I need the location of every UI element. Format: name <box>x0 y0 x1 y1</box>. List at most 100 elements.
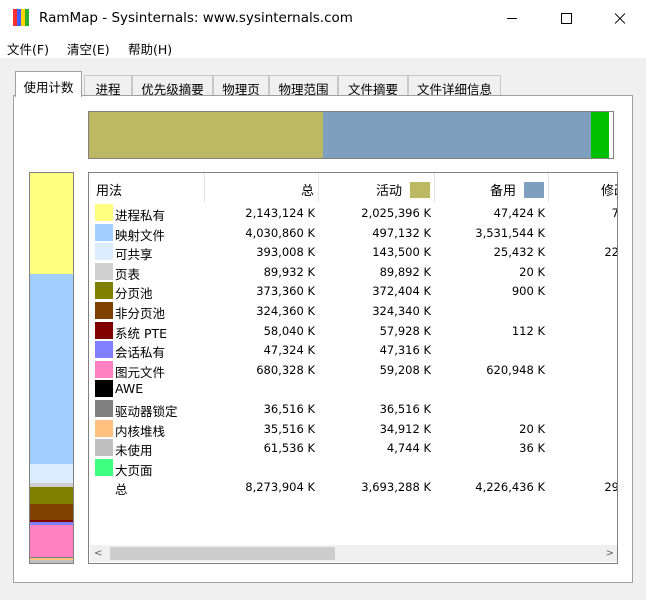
row-active-value: 2,025,396 K <box>361 206 431 220</box>
row-usage-label: 可共享 <box>115 247 153 263</box>
table-row[interactable]: 会话私有 47,324 K 47,316 K <box>89 340 617 361</box>
column-header-usage[interactable]: 用法 <box>89 173 205 202</box>
close-icon <box>614 12 626 24</box>
minimize-icon <box>507 17 517 19</box>
menu-clear[interactable]: 清空(E) <box>67 39 110 58</box>
row-usage-label: 内核堆栈 <box>115 423 166 439</box>
row-color-swatch <box>95 282 113 300</box>
active-color-swatch <box>410 182 430 198</box>
row-usage-label: 驱动器锁定 <box>115 404 178 419</box>
row-color-swatch <box>95 204 113 221</box>
row-usage-label: 会话私有 <box>115 345 166 361</box>
tab-processes[interactable]: 进程 <box>84 75 132 97</box>
table-row[interactable]: 映射文件 4,030,860 K 497,132 K 3,531,544 K <box>89 223 617 243</box>
row-usage-label: 非分页池 <box>115 306 166 321</box>
usage-list-view[interactable]: 用法 总 活动 备用 修改 进程私有 2,143,124 K 2,025,396 K… <box>88 172 618 564</box>
row-active-value: 59,208 K <box>379 362 431 377</box>
table-row[interactable]: 进程私有 2,143,124 K 2,025,396 K 47,424 K 7 <box>89 203 617 223</box>
row-usage-label: 分页池 <box>115 286 153 302</box>
row-color-swatch <box>95 243 113 261</box>
row-usage-label: 图元文件 <box>115 364 166 380</box>
icon-stripe <box>25 9 29 26</box>
horizontal-scrollbar[interactable]: < > <box>90 545 617 562</box>
row-color-swatch <box>95 419 113 437</box>
row-total-value: 373,360 K <box>256 284 315 299</box>
row-modified-value: 22 <box>604 245 618 260</box>
row-active-value: 497,132 K <box>372 225 431 240</box>
row-total-value: 324,360 K <box>256 304 315 318</box>
menu-file[interactable]: 文件(F) <box>7 39 49 58</box>
table-row[interactable]: 分页池 373,360 K 372,404 K 900 K <box>89 281 617 302</box>
row-standby-value: 20 K <box>519 421 545 436</box>
row-active-value: 324,340 K <box>372 304 431 318</box>
table-row[interactable]: 驱动器锁定 36,516 K 36,516 K <box>89 399 617 419</box>
table-row[interactable]: AWE <box>89 379 617 399</box>
row-color-swatch <box>95 458 113 476</box>
tab-physical-ranges[interactable]: 物理范围 <box>269 75 338 97</box>
table-row[interactable]: 页表 89,932 K 89,892 K 20 K <box>89 262 617 282</box>
row-total-value: 61,536 K <box>263 441 315 456</box>
scroll-right-arrow[interactable]: > <box>606 548 614 559</box>
row-standby-value: 25,432 K <box>493 245 545 260</box>
row-color-swatch <box>95 223 113 241</box>
tab-priority-summary[interactable]: 优先级摘要 <box>132 75 213 97</box>
vertical-bar-segment <box>30 486 73 505</box>
tab-file-summary[interactable]: 文件摘要 <box>338 75 408 97</box>
row-standby-value: 47,424 K <box>493 206 545 220</box>
row-usage-label: AWE <box>115 381 144 397</box>
row-total-value: 35,516 K <box>263 421 315 436</box>
table-row[interactable]: 可共享 393,008 K 143,500 K 25,432 K 22 <box>89 242 618 263</box>
row-active-value: 47,316 K <box>379 343 431 358</box>
table-row[interactable]: 系统 PTE 58,040 K 57,928 K 112 K <box>89 321 617 341</box>
column-header-standby[interactable]: 备用 <box>435 173 549 202</box>
row-color-swatch <box>95 380 113 398</box>
close-button[interactable] <box>597 0 643 36</box>
maximize-button[interactable] <box>543 0 589 36</box>
table-row[interactable]: 内核堆栈 35,516 K 34,912 K 20 K <box>89 419 617 439</box>
bar-segment-modified <box>590 112 610 158</box>
row-usage-label: 映射文件 <box>115 227 166 243</box>
vertical-bar-segment <box>30 274 73 464</box>
row-color-swatch <box>95 400 113 417</box>
table-row[interactable]: 非分页池 324,360 K 324,340 K <box>89 301 617 321</box>
row-total-value: 2,143,124 K <box>245 206 315 220</box>
table-row[interactable]: 未使用 61,536 K 4,744 K 36 K <box>89 438 617 458</box>
row-total-value: 4,030,860 K <box>245 225 315 240</box>
row-color-swatch <box>95 321 113 339</box>
vertical-bar-segment <box>30 524 73 557</box>
row-active-value: 372,404 K <box>372 284 431 299</box>
minimize-button[interactable] <box>489 0 535 36</box>
tab-file-details[interactable]: 文件详细信息 <box>408 75 501 97</box>
row-usage-label: 系统 PTE <box>115 325 168 341</box>
row-active-value: 4,744 K <box>386 441 431 456</box>
tab-physical-pages[interactable]: 物理页 <box>213 75 269 97</box>
column-header-modified[interactable]: 修改 <box>549 173 617 202</box>
scroll-left-arrow[interactable]: < <box>94 548 102 559</box>
row-active-value: 3,693,288 K <box>361 480 431 495</box>
row-total-value: 393,008 K <box>256 245 315 260</box>
row-active-value: 143,500 K <box>372 245 431 260</box>
window-title: RamMap - Sysinternals: www.sysinternals.… <box>39 10 353 26</box>
column-header-active[interactable]: 活动 <box>319 173 435 202</box>
row-color-swatch <box>95 302 113 319</box>
table-row[interactable]: 大页面 <box>89 458 617 478</box>
row-total-value: 47,324 K <box>263 343 315 358</box>
table-row[interactable]: 图元文件 680,328 K 59,208 K 620,948 K <box>89 360 617 380</box>
list-header: 用法 总 活动 备用 修改 <box>89 173 617 202</box>
row-active-value: 89,892 K <box>379 264 431 279</box>
scroll-thumb[interactable] <box>110 547 335 560</box>
row-usage-label: 总 <box>115 482 128 498</box>
tab-usage-counts[interactable]: 使用计数 <box>15 71 82 97</box>
bar-segment-standby <box>323 112 591 158</box>
standby-color-swatch <box>524 182 544 198</box>
row-total-value: 58,040 K <box>263 323 315 338</box>
row-usage-label: 页表 <box>115 266 141 282</box>
table-row[interactable]: 总 8,273,904 K 3,693,288 K 4,226,436 K 29 <box>89 477 617 498</box>
row-color-swatch <box>95 262 113 280</box>
row-standby-value: 4,226,436 K <box>475 480 545 495</box>
row-total-value: 8,273,904 K <box>245 480 315 495</box>
column-header-total[interactable]: 总 <box>205 173 319 202</box>
menu-help[interactable]: 帮助(H) <box>128 39 172 58</box>
vertical-bar-segment <box>30 504 73 520</box>
vertical-bar-segment <box>30 560 73 563</box>
